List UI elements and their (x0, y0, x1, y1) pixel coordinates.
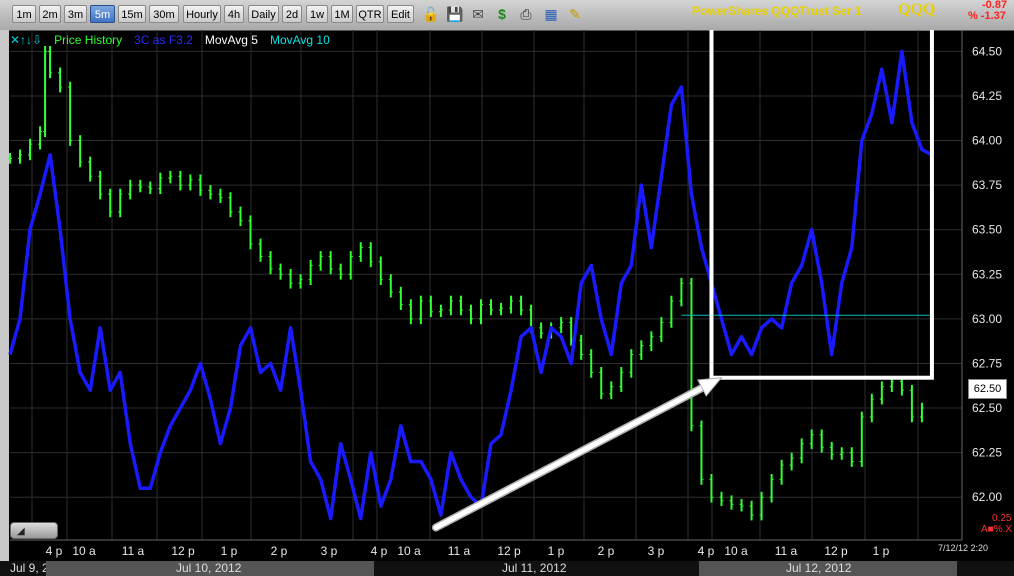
x-tick-label: 1 p (221, 544, 238, 558)
timeframe-button-qtr[interactable]: QTR (356, 5, 384, 23)
chart-scroll-handle[interactable]: ◢ (10, 522, 58, 539)
lower-scale-value: 0.25 (992, 513, 1012, 524)
x-tick-label: 10 a (724, 544, 748, 558)
price-chart[interactable]: 4 p 10 a 11 a 12 p 1 p 2 p 3 p 4 p 10 a 11 a 12 p 1… (0, 30, 1014, 561)
y-tick-label: 63.25 (972, 267, 1002, 281)
timeframe-button-3m[interactable]: 3m (64, 5, 87, 23)
y-tick-label: 62.00 (972, 490, 1002, 504)
x-tick-label: 11 a (122, 544, 145, 558)
timestamp: 7/12/12 2:20 (938, 543, 989, 553)
legend-item-price-history[interactable]: Price History (54, 33, 122, 47)
date-label: Jul 9, 2 (10, 561, 49, 575)
y-tick-label: 62.50 (972, 401, 1002, 415)
x-tick-label: 11 a (448, 544, 471, 558)
x-tick-label: 10 a (72, 544, 96, 558)
timeframe-button-15m[interactable]: 15m (118, 5, 146, 23)
timeframe-button-5m[interactable]: 5m (90, 5, 115, 23)
x-tick-label: 11 a (775, 544, 798, 558)
x-tick-label: 1 p (548, 544, 565, 558)
x-tick-label: 2 p (598, 544, 615, 558)
legend-item-3c-as-f3-2[interactable]: 3C as F3.2 (134, 33, 193, 47)
x-tick-label: 12 p (497, 544, 521, 558)
date-label: Jul 11, 2012 (502, 561, 567, 575)
timeframe-button-1m[interactable]: 1m (12, 5, 36, 23)
legend-item-movavg-10[interactable]: MovAvg 10 (270, 33, 330, 47)
lock-icon[interactable]: 🔓 (422, 4, 440, 24)
toolbar: 1m 2m 3m 5m 15m 30m Hourly 4h Daily 2d 1w 1M QTR Edit… (0, 0, 1014, 31)
timeframe-button-daily[interactable]: Daily (248, 5, 279, 23)
mail-icon[interactable]: ✉ (469, 4, 487, 24)
x-tick-label: 3 p (321, 544, 338, 558)
y-tick-label: 63.50 (972, 223, 1002, 237)
save-icon[interactable]: 💾 (446, 4, 464, 24)
x-tick-label: 2 p (271, 544, 288, 558)
chart-legend: ✕↑↓⇩ Price History 3C as F3.2 MovAvg 5 MovAv… (10, 33, 342, 47)
legend-controls-icon[interactable]: ✕↑↓⇩ (10, 33, 42, 47)
lower-scale-label: A■%.X (981, 524, 1013, 535)
x-tick-label: 10 a (397, 544, 421, 558)
y-tick-label: 62.75 (972, 356, 1002, 370)
timeframe-button-30m[interactable]: 30m (149, 5, 179, 23)
annotation-arrowhead (697, 377, 723, 397)
x-tick-label: 12 p (824, 544, 848, 558)
change-percent: % -1.37 (968, 10, 1006, 22)
y-tick-label: 64.25 (972, 89, 1002, 103)
timeframe-button-edit[interactable]: Edit (387, 5, 414, 23)
y-tick-label: 63.00 (972, 312, 1002, 326)
oscillator-3c-line (8, 49, 933, 521)
x-tick-label: 1 p (873, 544, 890, 558)
date-strip: Jul 9, 2 Jul 10, 2012 Jul 11, 2012 Jul 12, … (0, 561, 1014, 576)
last-price-tag: 62.50 (968, 379, 1007, 399)
security-title: PowerShares QQQTrust Ser 1 (692, 4, 862, 18)
y-tick-label: 64.50 (972, 44, 1002, 58)
y-tick-label: 63.75 (972, 178, 1002, 192)
x-tick-label: 4 p (46, 544, 63, 558)
timeframe-button-2d[interactable]: 2d (282, 5, 302, 23)
ticker-symbol: QQQ (898, 1, 936, 18)
y-tick-label: 64.00 (972, 134, 1002, 148)
table-icon[interactable]: ▦ (542, 4, 560, 24)
pencil-icon[interactable]: ✎ (566, 4, 584, 24)
print-icon[interactable]: ⎙ (517, 4, 535, 24)
x-tick-label: 3 p (648, 544, 665, 558)
x-tick-label: 4 p (698, 544, 715, 558)
y-tick-label: 62.25 (972, 446, 1002, 460)
dollar-icon[interactable]: $ (493, 4, 511, 24)
x-tick-label: 4 p (371, 544, 388, 558)
timeframe-button-1m[interactable]: 1M (331, 5, 353, 23)
timeframe-button-hourly[interactable]: Hourly (183, 5, 221, 23)
timeframe-button-1w[interactable]: 1w (306, 5, 328, 23)
x-tick-label: 12 p (171, 544, 195, 558)
timeframe-button-2m[interactable]: 2m (39, 5, 61, 23)
legend-item-movavg-5[interactable]: MovAvg 5 (205, 33, 258, 47)
annotation-arrow (433, 385, 705, 531)
date-label: Jul 10, 2012 (176, 561, 242, 575)
date-label: Jul 12, 2012 (786, 561, 852, 575)
timeframe-button-4h[interactable]: 4h (224, 5, 244, 23)
